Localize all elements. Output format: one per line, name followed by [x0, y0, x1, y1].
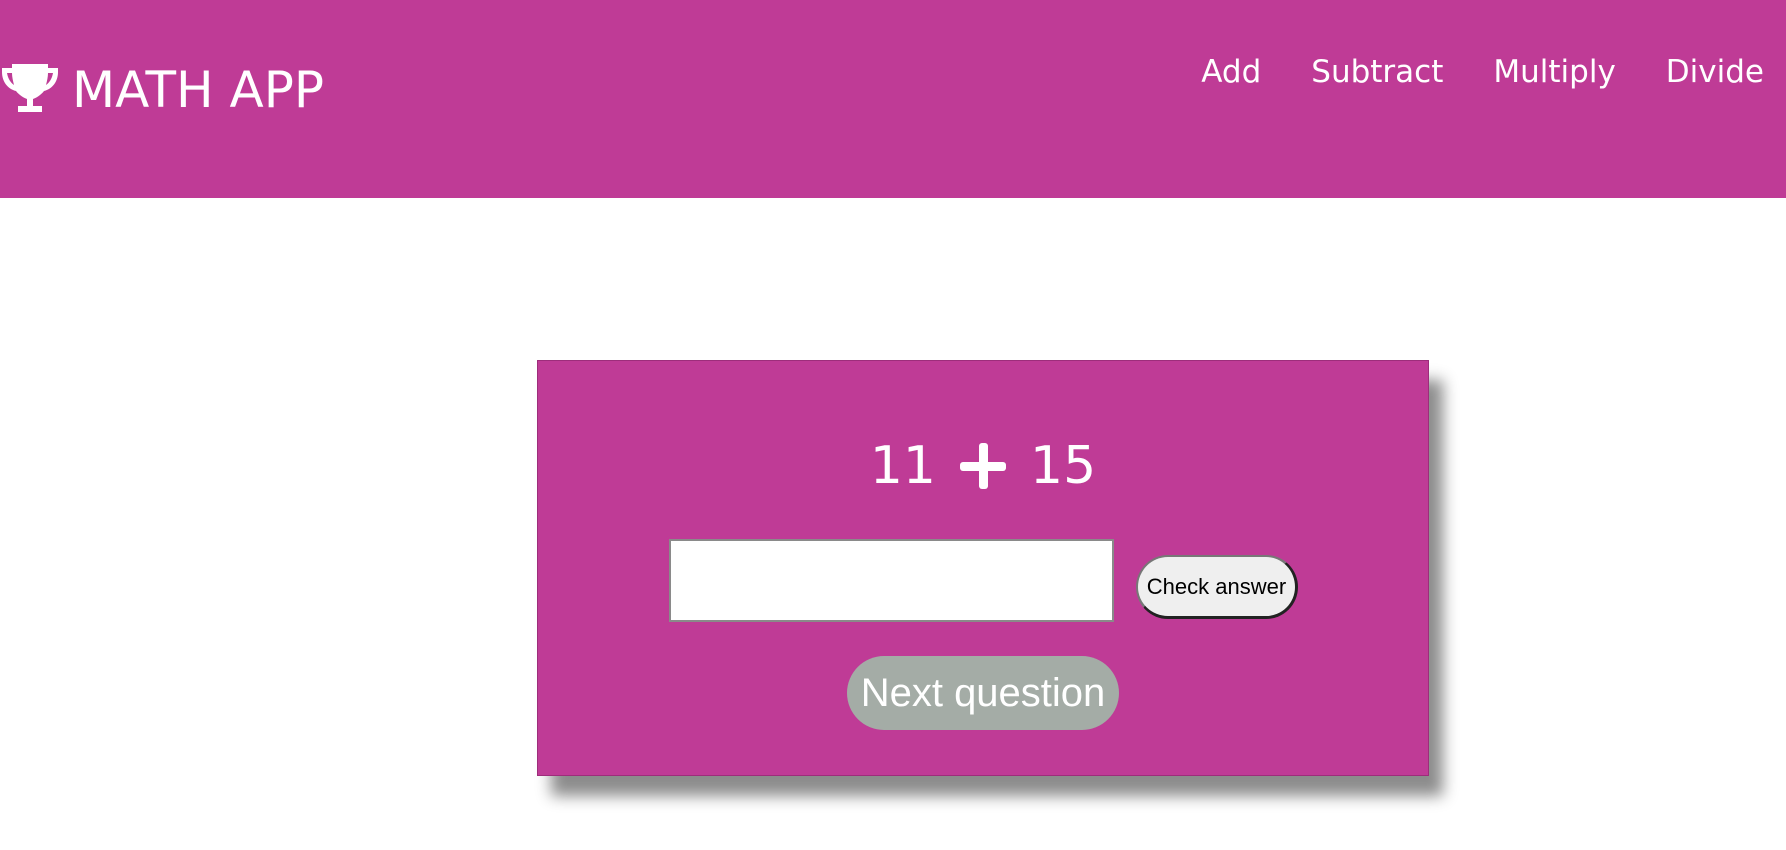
nav-multiply[interactable]: Multiply	[1463, 50, 1635, 94]
operand-b: 15	[1030, 436, 1097, 496]
nav-divide[interactable]: Divide	[1636, 50, 1786, 94]
question-card: 11 15 Check answer Next question	[537, 360, 1429, 776]
nav-subtract[interactable]: Subtract	[1281, 50, 1463, 94]
trophy-icon	[0, 62, 60, 118]
problem: 11 15	[538, 431, 1428, 498]
app-title: MATH APP	[72, 61, 325, 119]
plus-icon	[960, 443, 1006, 489]
operand-a: 11	[869, 436, 936, 496]
next-question-button[interactable]: Next question	[847, 656, 1119, 730]
answer-input[interactable]	[669, 539, 1114, 622]
brand[interactable]: MATH APP	[0, 58, 324, 122]
check-answer-button[interactable]: Check answer	[1136, 555, 1298, 619]
main-nav: Add Subtract Multiply Divide	[1171, 50, 1786, 94]
nav-add[interactable]: Add	[1171, 50, 1281, 94]
app-header: MATH APP Add Subtract Multiply Divide	[0, 0, 1786, 198]
